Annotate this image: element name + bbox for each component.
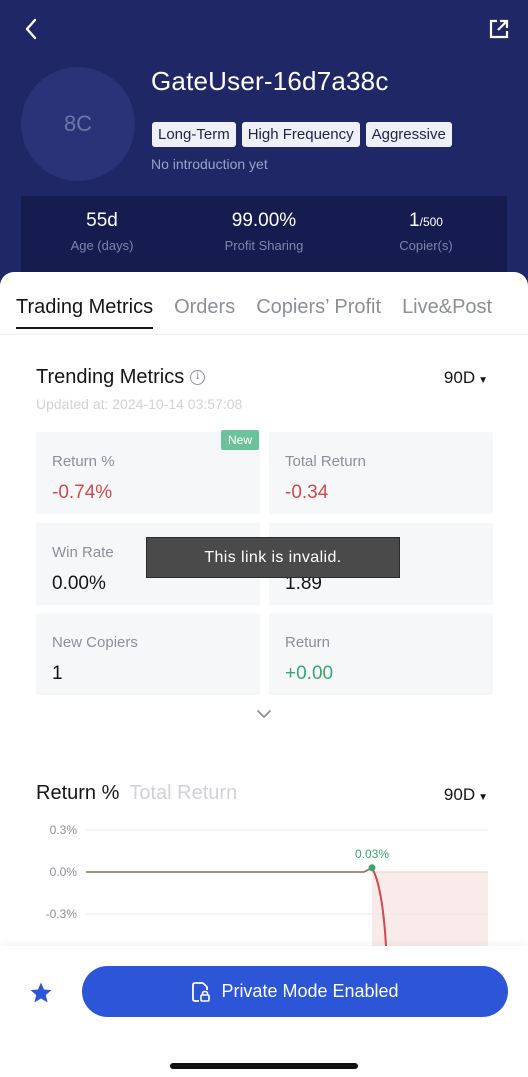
stat-age: 55d Age (days) [21, 196, 183, 272]
expand-metrics-button[interactable] [254, 706, 274, 722]
metric-value: -0.34 [285, 482, 329, 503]
metric-label: Return % [52, 453, 115, 470]
home-indicator [170, 1063, 358, 1069]
external-share-icon [489, 19, 509, 39]
metrics-title-text: Trending Metrics [36, 366, 185, 388]
username: GateUser-16d7a38c [151, 66, 389, 96]
info-icon[interactable]: i [190, 370, 206, 385]
stat-copiers-max: /500 [419, 215, 443, 229]
chart-tab-total-return[interactable]: Total Return [129, 782, 237, 805]
trader-tags: Long-Term High Frequency Aggressive [152, 122, 452, 147]
tag-long-term: Long-Term [152, 122, 236, 147]
metrics-period-select[interactable]: 90D ▼ [444, 368, 488, 388]
tag-high-frequency: High Frequency [241, 122, 360, 147]
share-button[interactable] [486, 16, 512, 42]
chevron-left-icon [25, 18, 37, 40]
caret-down-icon: ▼ [478, 792, 488, 803]
toast-message: This link is invalid. [146, 537, 400, 578]
profile-tabs: Trading Metrics Orders Copiers’ Profit L… [16, 296, 513, 329]
metric-value: -0.74% [52, 482, 113, 503]
y-tick-label: 0.3% [50, 823, 78, 837]
metric-label: Return [285, 634, 331, 651]
stat-copiers-value: 1/500 [409, 210, 443, 232]
back-button[interactable] [18, 14, 44, 44]
avatar: 8C [21, 67, 135, 181]
introduction-text: No introduction yet [151, 156, 268, 172]
stat-age-value: 55d [86, 210, 118, 231]
tag-aggressive: Aggressive [365, 122, 452, 147]
metric-label: Total Return [285, 453, 366, 470]
peak-label: 0.03% [355, 847, 389, 861]
private-lock-icon [192, 981, 211, 1002]
new-badge: New [221, 430, 260, 450]
stat-profit-sharing-label: Profit Sharing [224, 238, 304, 253]
trader-stats: 55d Age (days) 99.00% Profit Sharing 1/5… [21, 196, 507, 272]
metrics-period-value: 90D [443, 368, 476, 387]
private-mode-label: Private Mode Enabled [221, 981, 399, 1001]
stat-copiers: 1/500 Copier(s) [345, 196, 507, 272]
chart-period-value: 90D [443, 785, 476, 804]
drawdown-area [372, 872, 488, 946]
stat-age-label: Age (days) [70, 238, 134, 253]
metric-label: Win Rate [52, 544, 114, 561]
stat-profit-sharing: 99.00% Profit Sharing [183, 196, 345, 272]
chart-tab-return-percent[interactable]: Return % [36, 782, 119, 805]
chevron-down-icon [257, 710, 271, 718]
tab-divider [0, 334, 528, 335]
metric-label: New Copiers [52, 634, 138, 651]
metric-new-copiers: New Copiers 1 [36, 613, 260, 695]
metric-value: 0.00% [52, 573, 106, 594]
y-tick-label: -0.3% [46, 907, 78, 921]
updated-timestamp: Updated at: 2024-10-14 03:57:08 [36, 396, 243, 412]
metric-total-return: Total Return -0.34 [269, 432, 493, 514]
chart-tabs: Return % Total Return [36, 782, 237, 805]
bottom-action-bar: Private Mode Enabled [0, 946, 528, 1077]
stat-profit-sharing-value: 99.00% [231, 210, 297, 231]
chart-period-select[interactable]: 90D ▼ [444, 785, 488, 805]
series-line-flat [86, 867, 373, 873]
private-mode-button[interactable]: Private Mode Enabled [82, 966, 508, 1017]
tab-orders[interactable]: Orders [174, 296, 235, 329]
stat-copiers-label: Copier(s) [399, 238, 453, 253]
tab-trading-metrics[interactable]: Trading Metrics [16, 296, 154, 329]
trader-profile-header: 8C GateUser-16d7a38c Long-Term High Freq… [0, 0, 528, 300]
stat-copiers-count: 1 [409, 210, 420, 231]
metrics-section-title: Trending Metrics i [36, 366, 206, 389]
metric-return: Return +0.00 [269, 613, 493, 695]
avatar-initials: 8C [63, 111, 93, 136]
favorite-button[interactable] [28, 980, 54, 1006]
y-tick-label: 0.0% [50, 865, 78, 879]
star-icon [30, 982, 52, 1003]
metric-value: +0.00 [285, 663, 334, 684]
metric-value: 1 [52, 663, 63, 684]
return-chart: 0.3% 0.0% -0.3% 0.03% [46, 823, 488, 946]
peak-marker [368, 864, 376, 872]
tab-copiers-profit[interactable]: Copiers’ Profit [256, 296, 381, 329]
tab-live-post[interactable]: Live&Post [402, 296, 492, 329]
caret-down-icon: ▼ [478, 375, 488, 386]
